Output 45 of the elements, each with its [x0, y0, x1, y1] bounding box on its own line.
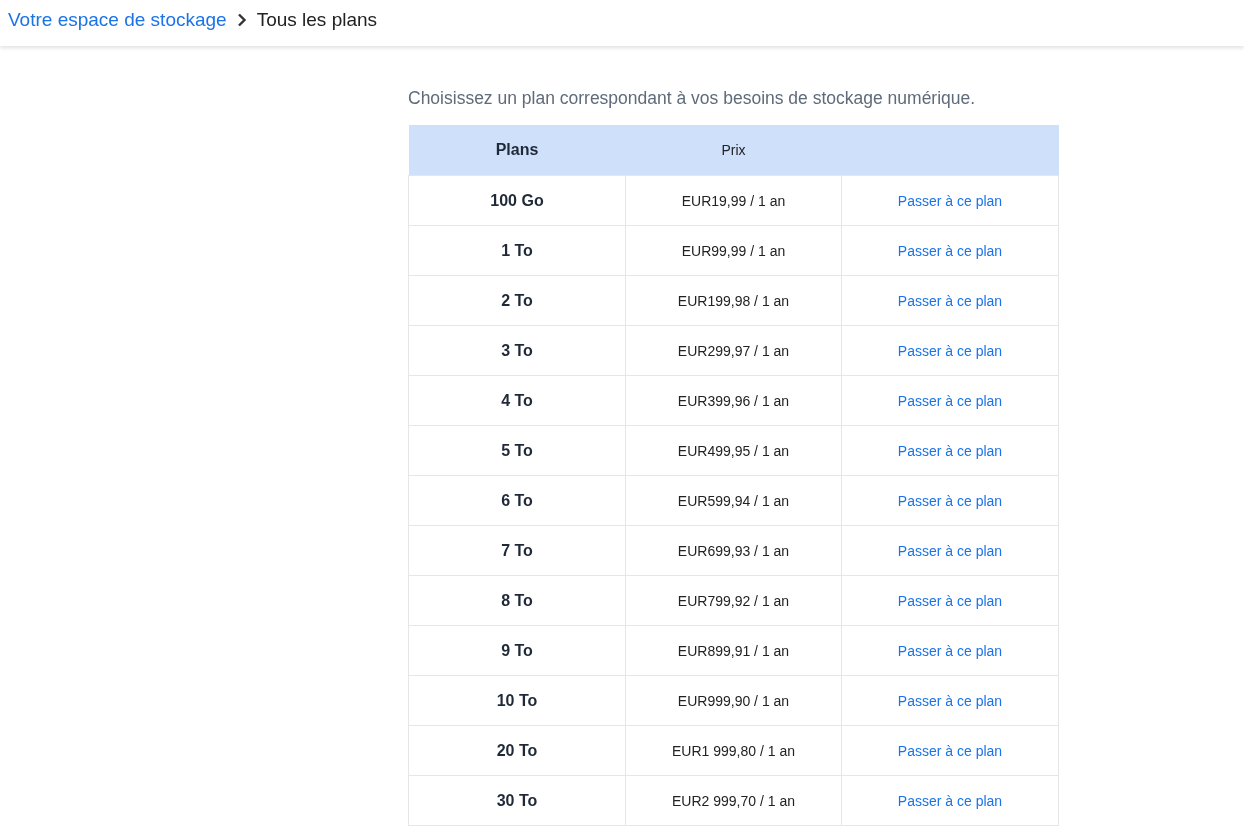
price-cell: EUR999,90 / 1 an: [625, 675, 842, 726]
plan-cell: 3 To: [408, 325, 626, 376]
plan-cell: 10 To: [408, 675, 626, 726]
price-cell: EUR99,99 / 1 an: [625, 225, 842, 276]
switch-plan-link[interactable]: Passer à ce plan: [897, 742, 1003, 759]
price-cell: EUR399,96 / 1 an: [625, 375, 842, 426]
chevron-icon: [236, 12, 247, 27]
intro-text: Choisissez un plan correspondant à vos besoins de stockage numérique.: [408, 87, 977, 109]
column-header: Plans: [408, 125, 626, 176]
switch-plan-link[interactable]: Passer à ce plan: [897, 792, 1003, 809]
plan-cell: 1 To: [408, 225, 626, 276]
price-cell: EUR499,95 / 1 an: [625, 425, 842, 476]
breadcrumb-current: Tous les plans: [256, 8, 378, 31]
switch-plan-link[interactable]: Passer à ce plan: [897, 642, 1003, 659]
price-cell: EUR699,93 / 1 an: [625, 525, 842, 576]
plan-cell: 2 To: [408, 275, 626, 326]
price-cell: EUR2 999,70 / 1 an: [625, 775, 842, 826]
price-cell: EUR19,99 / 1 an: [625, 175, 842, 226]
switch-plan-link[interactable]: Passer à ce plan: [897, 192, 1003, 209]
plan-cell: 100 Go: [408, 175, 626, 226]
breadcrumb-link[interactable]: Votre espace de stockage: [8, 8, 227, 31]
switch-plan-link[interactable]: Passer à ce plan: [897, 692, 1003, 709]
plan-cell: 30 To: [408, 775, 626, 826]
plan-cell: 9 To: [408, 625, 626, 676]
plan-cell: 5 To: [408, 425, 626, 476]
switch-plan-link[interactable]: Passer à ce plan: [897, 342, 1003, 359]
plan-cell: 20 To: [408, 725, 626, 776]
plan-cell: 8 To: [408, 575, 626, 626]
price-cell: EUR599,94 / 1 an: [625, 475, 842, 526]
switch-plan-link[interactable]: Passer à ce plan: [897, 542, 1003, 559]
switch-plan-link[interactable]: Passer à ce plan: [897, 592, 1003, 609]
plan-cell: 4 To: [408, 375, 626, 426]
switch-plan-link[interactable]: Passer à ce plan: [897, 292, 1003, 309]
price-cell: EUR899,91 / 1 an: [625, 625, 842, 676]
plan-cell: 6 To: [408, 475, 626, 526]
switch-plan-link[interactable]: Passer à ce plan: [897, 492, 1003, 509]
price-cell: EUR299,97 / 1 an: [625, 325, 842, 376]
plan-cell: 7 To: [408, 525, 626, 576]
switch-plan-link[interactable]: Passer à ce plan: [897, 442, 1003, 459]
switch-plan-link[interactable]: Passer à ce plan: [897, 392, 1003, 409]
price-cell: EUR199,98 / 1 an: [625, 275, 842, 326]
price-cell: EUR1 999,80 / 1 an: [625, 725, 842, 776]
switch-plan-link[interactable]: Passer à ce plan: [897, 242, 1003, 259]
column-header: Prix: [625, 125, 842, 176]
price-cell: EUR799,92 / 1 an: [625, 575, 842, 626]
